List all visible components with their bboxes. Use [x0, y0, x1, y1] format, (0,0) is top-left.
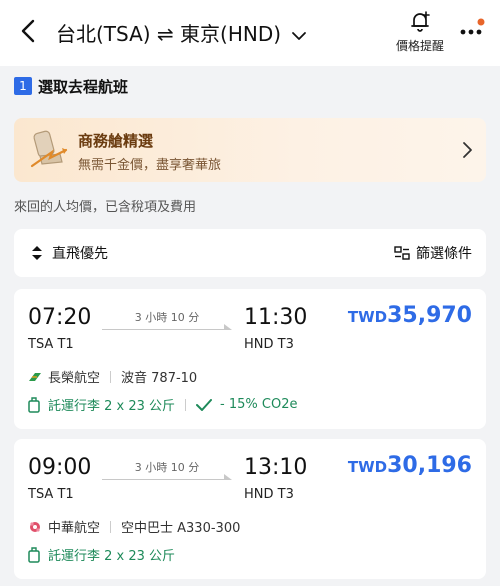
- arrival-airport: HND T3: [244, 337, 294, 352]
- duration-line: [102, 479, 230, 480]
- price-amount: 35,970: [387, 303, 472, 328]
- divider: [110, 520, 112, 533]
- promo-subtitle: 無需千金價，盡享奢華旅: [78, 158, 222, 173]
- baggage-allowance: 託運行李 2 x 23 公斤: [48, 399, 176, 414]
- notification-dot: [477, 18, 485, 26]
- duration-line: [102, 329, 230, 330]
- check-icon: [196, 398, 213, 411]
- bell-plus-icon: [411, 11, 430, 32]
- section-title: 選取去程航班: [38, 77, 129, 96]
- promo-title: 商務艙精選: [78, 132, 154, 150]
- business-class-promo-banner[interactable]: 商務艙精選 無需千金價，盡享奢華旅: [14, 118, 486, 182]
- arrow-head-icon: [224, 474, 232, 480]
- sort-filter-bar: 直飛優先 篩選條件: [14, 229, 486, 277]
- co2-info: - 15% CO2e: [196, 397, 297, 412]
- flight-card[interactable]: 07:20 3 小時 10 分 11:30 TWD35,970 TSA T1 H…: [14, 289, 486, 429]
- eva-air-logo-icon: [29, 372, 41, 381]
- airline-info: 中華航空 空中巴士 A330-300: [28, 517, 240, 536]
- luggage-icon: [28, 546, 40, 563]
- china-airlines-logo-icon: [30, 521, 40, 532]
- airline-name: 長榮航空: [48, 371, 101, 386]
- back-arrow-icon[interactable]: [14, 16, 44, 46]
- arrival-time: 13:10: [244, 455, 308, 480]
- price-currency: TWD: [347, 458, 388, 476]
- sort-label: 直飛優先: [52, 246, 108, 262]
- aircraft-type: 空中巴士 A330-300: [121, 521, 241, 536]
- section-heading: 1 選取去程航班: [14, 76, 128, 96]
- flight-duration: 3 小時 10 分: [134, 311, 200, 324]
- more-options-icon[interactable]: [458, 18, 486, 46]
- flight-card[interactable]: 09:00 3 小時 10 分 13:10 TWD30,196 TSA T1 H…: [14, 439, 486, 579]
- baggage-info: 託運行李 2 x 23 公斤 - 15% CO2e: [28, 395, 297, 414]
- baggage-info: 託運行李 2 x 23 公斤: [28, 545, 175, 564]
- route-title: 台北(TSA) ⇌ 東京(HND): [56, 22, 282, 46]
- arrow-head-icon: [224, 324, 232, 330]
- departure-time: 09:00: [28, 455, 92, 480]
- divider: [185, 398, 187, 411]
- flight-price: TWD35,970: [348, 303, 472, 328]
- departure-airport: TSA T1: [28, 337, 74, 352]
- divider: [110, 370, 112, 383]
- departure-time: 07:20: [28, 305, 92, 330]
- price-alert-label: 價格提醒: [395, 39, 444, 53]
- airline-info: 長榮航空 波音 787-10: [28, 367, 197, 386]
- chevron-right-icon: [463, 142, 472, 158]
- baggage-allowance: 託運行李 2 x 23 公斤: [48, 549, 176, 564]
- luggage-icon: [28, 396, 40, 413]
- top-bar: 台北(TSA) ⇌ 東京(HND) 價格提醒: [0, 0, 500, 66]
- filter-label: 篩選條件: [416, 246, 472, 262]
- business-seat-icon: [30, 130, 68, 168]
- filter-button[interactable]: 篩選條件: [394, 243, 472, 263]
- sort-arrows-icon: [32, 246, 42, 260]
- co2-reduction: - 15% CO2e: [220, 397, 298, 412]
- price-alert-button[interactable]: 價格提醒: [392, 10, 448, 54]
- chevron-down-icon: [292, 31, 307, 40]
- flight-duration: 3 小時 10 分: [134, 461, 200, 474]
- arrival-airport: HND T3: [244, 487, 294, 502]
- aircraft-type: 波音 787-10: [121, 371, 198, 386]
- price-amount: 30,196: [387, 453, 472, 478]
- departure-airport: TSA T1: [28, 487, 74, 502]
- filter-sliders-icon: [394, 246, 410, 260]
- airline-name: 中華航空: [48, 521, 101, 536]
- step-badge: 1: [14, 77, 32, 95]
- price-note: 來回的人均價，已含稅項及費用: [14, 200, 197, 215]
- flight-price: TWD30,196: [348, 453, 472, 478]
- price-currency: TWD: [347, 308, 388, 326]
- arrival-time: 11:30: [244, 305, 308, 330]
- route-selector[interactable]: 台北(TSA) ⇌ 東京(HND): [56, 18, 307, 47]
- sort-button[interactable]: 直飛優先: [30, 243, 108, 263]
